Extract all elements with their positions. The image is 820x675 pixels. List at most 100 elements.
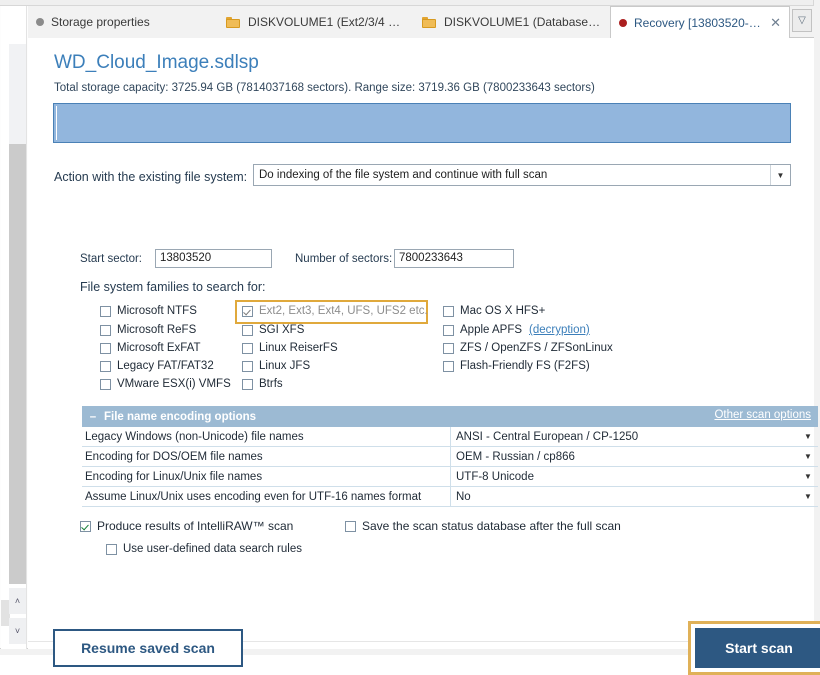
chevron-down-icon[interactable]: ▼ bbox=[798, 432, 818, 441]
checkbox-save-scan-status-database[interactable]: Save the scan status database after the … bbox=[345, 519, 621, 533]
checkbox-icon bbox=[242, 324, 253, 336]
action-select-value: Do indexing of the file system and conti… bbox=[259, 169, 548, 181]
checkbox-icon bbox=[100, 360, 111, 372]
checkbox-microsoft-ntfs[interactable]: Microsoft NTFS bbox=[100, 305, 197, 317]
chevron-down-icon[interactable]: ▼ bbox=[798, 472, 818, 481]
encoding-row-value: No bbox=[450, 487, 798, 506]
file-name-encoding-panel: – File name encoding options Other scan … bbox=[82, 406, 818, 507]
checkbox-linux-reiserfs[interactable]: Linux ReiserFS bbox=[242, 342, 338, 354]
folder-icon bbox=[422, 16, 436, 28]
window-right-frame bbox=[813, 0, 820, 655]
main-content: WD_Cloud_Image.sdlsp Total storage capac… bbox=[28, 38, 820, 675]
checkbox-label: Ext2, Ext3, Ext4, UFS, UFS2 etc. bbox=[259, 305, 428, 317]
chevron-down-icon[interactable]: ▼ bbox=[798, 452, 818, 461]
folder-icon bbox=[226, 16, 240, 28]
resume-saved-scan-button[interactable]: Resume saved scan bbox=[53, 629, 243, 667]
chevron-down-icon[interactable]: ▼ bbox=[798, 492, 818, 501]
checkbox-microsoft-exfat[interactable]: Microsoft ExFAT bbox=[100, 342, 201, 354]
start-sector-input[interactable]: 13803520 bbox=[155, 249, 272, 268]
number-of-sectors-input[interactable]: 7800233643 bbox=[394, 249, 514, 268]
checkbox-label: Linux ReiserFS bbox=[259, 342, 338, 354]
checkbox-label: Apple APFS bbox=[460, 324, 523, 336]
checkbox-icon bbox=[242, 342, 253, 354]
checkbox-produce-intelliraw-results[interactable]: Produce results of IntelliRAW™ scan bbox=[80, 519, 293, 533]
checkbox-apple-apfs[interactable]: Apple APFS (decryption) bbox=[443, 324, 590, 336]
encoding-row-legacy-windows[interactable]: Legacy Windows (non-Unicode) file names … bbox=[82, 427, 818, 447]
apfs-decryption-link[interactable]: (decryption) bbox=[529, 324, 590, 336]
encoding-row-label: Legacy Windows (non-Unicode) file names bbox=[85, 430, 304, 443]
start-scan-highlight: Start scan bbox=[688, 621, 820, 675]
checkbox-icon bbox=[242, 378, 253, 390]
checkbox-microsoft-refs[interactable]: Microsoft ReFS bbox=[100, 324, 196, 336]
checkbox-label: Use user-defined data search rules bbox=[123, 543, 302, 555]
tab-diskvolume1-database[interactable]: DISKVOLUME1 (Database at... bbox=[414, 6, 610, 38]
checkbox-label: Flash-Friendly FS (F2FS) bbox=[460, 360, 590, 372]
tab-label: Recovery [13803520-781... bbox=[634, 15, 762, 30]
checkbox-vmware-vmfs[interactable]: VMware ESX(i) VMFS bbox=[100, 378, 231, 390]
checkbox-f2fs[interactable]: Flash-Friendly FS (F2FS) bbox=[443, 360, 590, 372]
checkbox-label: Legacy FAT/FAT32 bbox=[117, 360, 214, 372]
checkbox-icon bbox=[242, 305, 253, 317]
checkbox-btrfs[interactable]: Btrfs bbox=[242, 378, 283, 390]
checkbox-icon bbox=[443, 360, 454, 372]
encoding-panel-title: File name encoding options bbox=[104, 410, 257, 423]
checkbox-sgi-xfs[interactable]: SGI XFS bbox=[242, 324, 304, 336]
encoding-row-value: UTF-8 Unicode bbox=[450, 467, 798, 486]
checkbox-legacy-fat[interactable]: Legacy FAT/FAT32 bbox=[100, 360, 214, 372]
checkbox-label: Microsoft ExFAT bbox=[117, 342, 201, 354]
start-scan-button[interactable]: Start scan bbox=[695, 628, 820, 668]
scrollbar-track-upper[interactable] bbox=[9, 44, 26, 144]
checkbox-label: ZFS / OpenZFS / ZFSonLinux bbox=[460, 342, 613, 354]
checkbox-label: VMware ESX(i) VMFS bbox=[117, 378, 231, 390]
tab-label: DISKVOLUME1 (Ext2/3/4 at ... bbox=[248, 15, 406, 29]
tab-diskvolume1-ext[interactable]: DISKVOLUME1 (Ext2/3/4 at ... bbox=[218, 6, 414, 38]
checkbox-label: Mac OS X HFS+ bbox=[460, 305, 546, 317]
chevron-down-icon[interactable]: ▼ bbox=[770, 165, 790, 185]
action-select[interactable]: Do indexing of the file system and conti… bbox=[253, 164, 791, 186]
tab-strip: Storage properties DISKVOLUME1 (Ext2/3/4… bbox=[28, 6, 814, 39]
checkbox-icon bbox=[106, 543, 117, 555]
checkbox-linux-jfs[interactable]: Linux JFS bbox=[242, 360, 310, 372]
gray-dot-icon bbox=[36, 18, 44, 26]
capacity-summary: Total storage capacity: 3725.94 GB (7814… bbox=[54, 82, 595, 94]
checkbox-icon bbox=[100, 324, 111, 336]
checkbox-icon bbox=[100, 378, 111, 390]
other-scan-options-link[interactable]: Other scan options bbox=[714, 409, 811, 421]
checkbox-icon bbox=[345, 520, 356, 532]
checkbox-label: Produce results of IntelliRAW™ scan bbox=[97, 519, 294, 533]
number-of-sectors-label: Number of sectors: bbox=[295, 253, 393, 265]
scroll-down-arrow-icon[interactable]: ˅ bbox=[9, 618, 26, 644]
scroll-up-arrow-icon[interactable]: ˄ bbox=[9, 588, 26, 614]
checkbox-icon bbox=[443, 305, 454, 317]
encoding-row-utf16-assume[interactable]: Assume Linux/Unix uses encoding even for… bbox=[82, 487, 818, 507]
checkbox-label: Microsoft NTFS bbox=[117, 305, 197, 317]
encoding-panel-header[interactable]: – File name encoding options Other scan … bbox=[82, 406, 818, 427]
collapse-icon[interactable]: – bbox=[82, 411, 104, 423]
partition-map-bar[interactable] bbox=[53, 103, 791, 143]
chevron-down-icon[interactable]: ▽ bbox=[792, 9, 812, 32]
tab-recovery[interactable]: Recovery [13803520-781... ✕ bbox=[610, 6, 790, 39]
checkbox-use-user-defined-rules[interactable]: Use user-defined data search rules bbox=[106, 543, 302, 555]
tab-storage-properties[interactable]: Storage properties bbox=[28, 6, 218, 38]
checkbox-label: Save the scan status database after the … bbox=[362, 519, 621, 533]
encoding-row-value: OEM - Russian / cp866 bbox=[450, 447, 798, 466]
checkbox-zfs[interactable]: ZFS / OpenZFS / ZFSonLinux bbox=[443, 342, 613, 354]
close-icon[interactable]: ✕ bbox=[770, 15, 781, 31]
checkbox-icon bbox=[443, 342, 454, 354]
encoding-row-value: ANSI - Central European / CP-1250 bbox=[450, 427, 798, 446]
checkbox-label: Btrfs bbox=[259, 378, 283, 390]
scrollbar-thumb[interactable] bbox=[9, 144, 26, 584]
encoding-row-label: Encoding for DOS/OEM file names bbox=[85, 450, 263, 463]
left-scrollbar[interactable]: ˄ ˅ bbox=[1, 6, 27, 649]
tab-label: DISKVOLUME1 (Database at... bbox=[444, 15, 602, 29]
checkbox-icon bbox=[80, 520, 91, 532]
checkbox-ext2-ext3-ext4-ufs[interactable]: Ext2, Ext3, Ext4, UFS, UFS2 etc. bbox=[242, 305, 428, 317]
start-sector-label: Start sector: bbox=[80, 253, 142, 265]
action-label: Action with the existing file system: bbox=[54, 170, 248, 184]
encoding-row-dos-oem[interactable]: Encoding for DOS/OEM file names OEM - Ru… bbox=[82, 447, 818, 467]
checkbox-label: Microsoft ReFS bbox=[117, 324, 197, 336]
encoding-row-linux-unix[interactable]: Encoding for Linux/Unix file names UTF-8… bbox=[82, 467, 818, 487]
tab-label: Storage properties bbox=[51, 15, 150, 29]
checkbox-mac-os-x-hfs[interactable]: Mac OS X HFS+ bbox=[443, 305, 545, 317]
checkbox-icon bbox=[242, 360, 253, 372]
